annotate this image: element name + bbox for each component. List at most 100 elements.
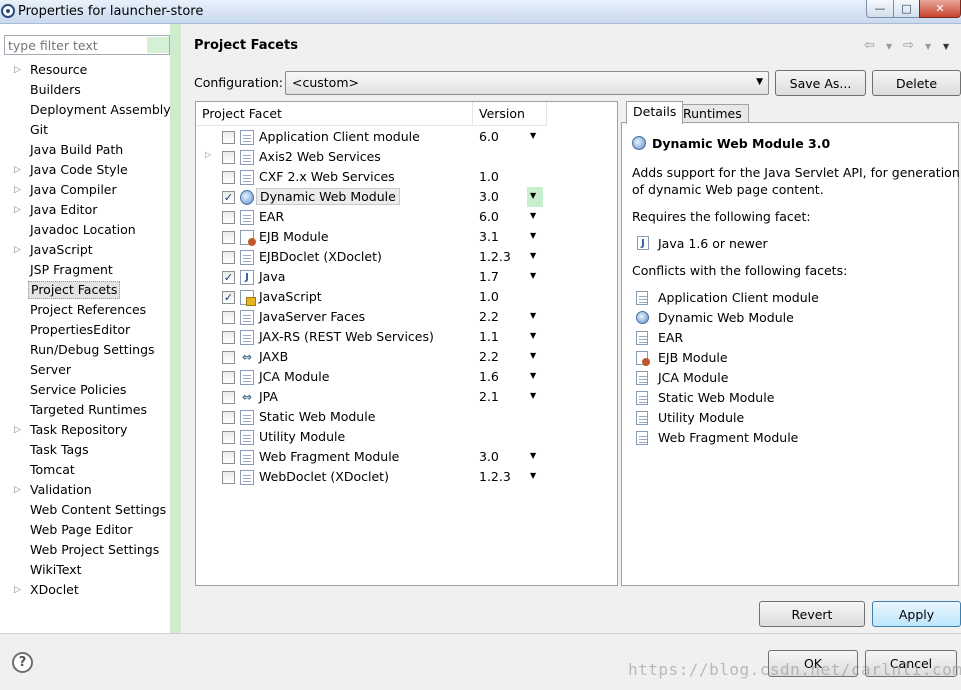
tree-item[interactable]: Builders [28, 81, 83, 99]
tree-item[interactable]: JSP Fragment [28, 261, 115, 279]
back-menu-icon[interactable]: ▼ [886, 42, 892, 51]
version-column-header[interactable]: Version [473, 102, 547, 126]
tree-item[interactable]: Validation [28, 481, 94, 499]
tab-runtimes[interactable]: Runtimes [676, 104, 749, 123]
tree-item[interactable]: Javadoc Location [28, 221, 138, 239]
tree-item[interactable]: Web Page Editor [28, 521, 134, 539]
tree-item[interactable]: Deployment Assembly [28, 101, 173, 119]
version-dropdown-icon[interactable]: ▼ [530, 351, 536, 360]
version-dropdown-icon[interactable]: ▼ [530, 211, 536, 220]
version-dropdown-icon[interactable]: ▼ [530, 371, 536, 380]
facet-version[interactable]: 1.6 [479, 369, 499, 384]
version-dropdown-icon[interactable]: ▼ [530, 231, 536, 240]
facet-version[interactable]: 6.0 [479, 209, 499, 224]
facet-row[interactable]: ✓ JavaScript 1.0 [196, 287, 617, 307]
minimize-button[interactable]: — [866, 0, 894, 18]
facet-checkbox[interactable] [222, 471, 235, 484]
configuration-select[interactable]: <custom> ▼ [285, 71, 769, 95]
facet-row[interactable]: ✓ Dynamic Web Module 3.0 ▼ [196, 187, 617, 207]
version-dropdown-icon[interactable]: ▼ [530, 251, 536, 260]
tree-item[interactable]: Java Code Style [28, 161, 130, 179]
expand-arrow-icon[interactable]: ▷ [205, 150, 211, 159]
facet-version[interactable]: 2.2 [479, 349, 499, 364]
version-dropdown-icon[interactable]: ▼ [530, 271, 536, 280]
facet-version[interactable]: 3.0 [479, 449, 499, 464]
version-dropdown-icon[interactable]: ▼ [527, 187, 543, 207]
facet-row[interactable]: EJBDoclet (XDoclet) 1.2.3 ▼ [196, 247, 617, 267]
version-dropdown-icon[interactable]: ▼ [530, 311, 536, 320]
delete-button[interactable]: Delete [872, 70, 961, 96]
version-dropdown-icon[interactable]: ▼ [530, 451, 536, 460]
forward-menu-icon[interactable]: ▼ [925, 42, 931, 51]
expand-arrow-icon[interactable]: ▷ [14, 161, 22, 179]
facet-row[interactable]: EAR 6.0 ▼ [196, 207, 617, 227]
facet-version[interactable]: 3.0 [479, 189, 499, 204]
tree-item[interactable]: Server [28, 361, 73, 379]
version-dropdown-icon[interactable]: ▼ [530, 331, 536, 340]
tree-item[interactable]: Java Build Path [28, 141, 125, 159]
facet-checkbox[interactable] [222, 391, 235, 404]
version-dropdown-icon[interactable]: ▼ [530, 391, 536, 400]
facet-row[interactable]: Utility Module [196, 427, 617, 447]
expand-arrow-icon[interactable]: ▷ [14, 181, 22, 199]
back-arrow-icon[interactable]: ⇦ [864, 38, 875, 53]
tab-details[interactable]: Details [626, 101, 684, 124]
facet-checkbox[interactable]: ✓ [222, 271, 235, 284]
expand-arrow-icon[interactable]: ▷ [14, 241, 22, 259]
facet-checkbox[interactable] [222, 171, 235, 184]
facet-row[interactable]: Static Web Module [196, 407, 617, 427]
tree-item[interactable]: Project References [28, 301, 148, 319]
facet-row[interactable]: ✓ J Java 1.7 ▼ [196, 267, 617, 287]
facet-checkbox[interactable] [222, 351, 235, 364]
facet-version[interactable]: 6.0 [479, 129, 499, 144]
facet-checkbox[interactable] [222, 131, 235, 144]
save-as-button[interactable]: Save As... [775, 70, 866, 96]
facet-checkbox[interactable]: ✓ [222, 191, 235, 204]
version-dropdown-icon[interactable]: ▼ [530, 131, 536, 140]
expand-arrow-icon[interactable]: ▷ [14, 421, 22, 439]
revert-button[interactable]: Revert [759, 601, 865, 627]
facet-version[interactable]: 1.2.3 [479, 249, 511, 264]
tree-item[interactable]: Java Editor [28, 201, 99, 219]
help-icon[interactable]: ? [12, 652, 33, 673]
facet-row[interactable]: JCA Module 1.6 ▼ [196, 367, 617, 387]
view-menu-icon[interactable]: ▼ [943, 42, 949, 51]
tree-item[interactable]: Targeted Runtimes [28, 401, 149, 419]
facet-checkbox[interactable] [222, 311, 235, 324]
facet-checkbox[interactable] [222, 231, 235, 244]
apply-button[interactable]: Apply [872, 601, 961, 627]
facet-checkbox[interactable] [222, 371, 235, 384]
version-dropdown-icon[interactable]: ▼ [530, 471, 536, 480]
tree-item[interactable]: Tomcat [28, 461, 77, 479]
facet-version[interactable]: 1.0 [479, 169, 499, 184]
tree-item[interactable]: Task Repository [28, 421, 129, 439]
tree-item[interactable]: Java Compiler [28, 181, 119, 199]
facet-checkbox[interactable] [222, 411, 235, 424]
tree-item[interactable]: Web Project Settings [28, 541, 161, 559]
facet-row[interactable]: WebDoclet (XDoclet) 1.2.3 ▼ [196, 467, 617, 487]
facet-version[interactable]: 1.0 [479, 289, 499, 304]
tree-item[interactable]: Project Facets [28, 281, 121, 299]
tree-item[interactable]: XDoclet [28, 581, 81, 599]
facet-version[interactable]: 3.1 [479, 229, 499, 244]
tree-item[interactable]: JavaScript [28, 241, 95, 259]
facet-checkbox[interactable]: ✓ [222, 291, 235, 304]
tree-item[interactable]: Resource [28, 61, 89, 79]
tree-item[interactable]: Web Content Settings [28, 501, 168, 519]
maximize-button[interactable]: □ [893, 0, 920, 18]
facet-checkbox[interactable] [222, 211, 235, 224]
facet-checkbox[interactable] [222, 251, 235, 264]
facet-version[interactable]: 1.7 [479, 269, 499, 284]
expand-arrow-icon[interactable]: ▷ [14, 581, 22, 599]
tree-item[interactable]: WikiText [28, 561, 84, 579]
facet-version[interactable]: 2.2 [479, 309, 499, 324]
facet-row[interactable]: Application Client module 6.0 ▼ [196, 127, 617, 147]
facet-checkbox[interactable] [222, 431, 235, 444]
facet-row[interactable]: ⇔ JPA 2.1 ▼ [196, 387, 617, 407]
tree-item[interactable]: Git [28, 121, 50, 139]
tree-item[interactable]: PropertiesEditor [28, 321, 132, 339]
expand-arrow-icon[interactable]: ▷ [14, 61, 22, 79]
facet-row[interactable]: EJB Module 3.1 ▼ [196, 227, 617, 247]
facet-row[interactable]: ⇔ JAXB 2.2 ▼ [196, 347, 617, 367]
tree-item[interactable]: Run/Debug Settings [28, 341, 157, 359]
